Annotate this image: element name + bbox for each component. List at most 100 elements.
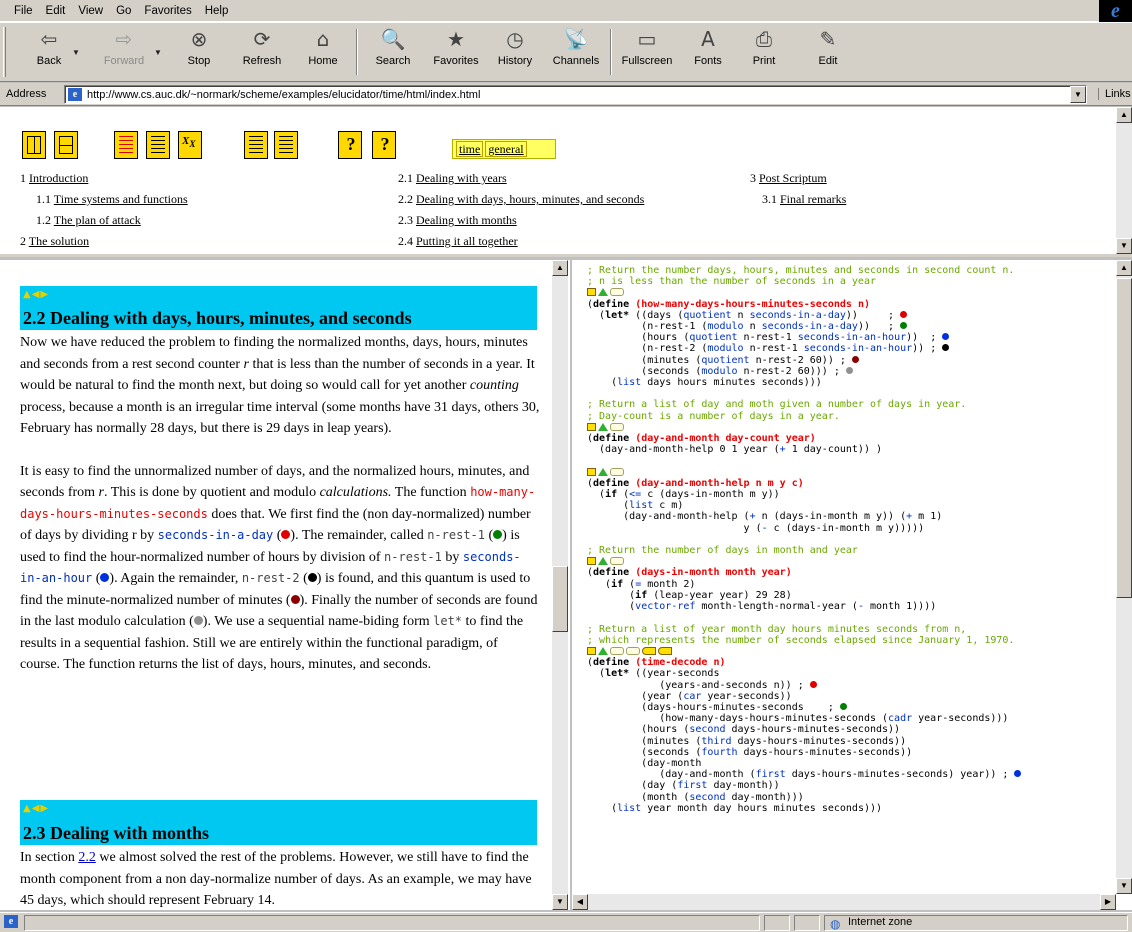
menu-favorites[interactable]: Favorites — [144, 5, 191, 17]
toc-link[interactable]: Final remarks — [780, 192, 846, 206]
back-button[interactable]: ⇦ Back — [26, 24, 72, 79]
scroll-right-icon[interactable]: ▶ — [1100, 894, 1116, 910]
split-horizontal-icon[interactable] — [54, 131, 78, 159]
toc-entry: 3.1 Final remarks — [762, 192, 847, 206]
help-icon[interactable]: ? — [372, 131, 396, 159]
toc-entry: 1 Introduction — [20, 171, 89, 185]
address-input[interactable]: e http://www.cs.auc.dk/~normark/scheme/e… — [64, 85, 1087, 104]
toc-column-1: 1 Introduction 1.1 Time systems and func… — [20, 168, 188, 252]
forward-arrow-icon: ⇨ — [115, 27, 133, 51]
status-cell — [764, 915, 790, 931]
menu-file[interactable]: File — [14, 5, 33, 17]
index-icon[interactable] — [114, 131, 138, 159]
toc-link[interactable]: The plan of attack — [54, 213, 141, 227]
search-icon: 🔍 — [380, 27, 406, 51]
darkred-dot-icon[interactable] — [290, 594, 300, 604]
edit-icon: ✎ — [819, 27, 837, 51]
toc-link[interactable]: The solution — [29, 234, 89, 248]
link-general[interactable]: general — [485, 141, 527, 157]
section-title: 2.2 Dealing with days, hours, minutes, a… — [23, 308, 412, 328]
cross-reference-icon[interactable]: XX — [178, 131, 202, 159]
ie-logo-icon: e — [1099, 0, 1132, 22]
paragraph: Now we have reduced the problem to findi… — [20, 335, 540, 436]
toc-link[interactable]: Dealing with days, hours, minutes, and s… — [416, 192, 644, 206]
refresh-icon: ⟳ — [253, 27, 271, 51]
scroll-up-icon[interactable]: ▲ — [1116, 107, 1132, 123]
address-url[interactable]: http://www.cs.auc.dk/~normark/scheme/exa… — [87, 89, 480, 101]
stop-button[interactable]: ⊗ Stop — [176, 24, 222, 79]
home-button[interactable]: ⌂ Home — [300, 24, 346, 79]
scroll-left-icon[interactable]: ◀ — [572, 894, 588, 910]
gray-dot-icon[interactable] — [193, 616, 203, 625]
program-source: ; Return the number days, hours, minutes… — [587, 265, 1022, 814]
toc-scrollbar[interactable]: ▲ ▼ — [1116, 107, 1132, 254]
detail-icon[interactable] — [274, 131, 298, 159]
toolbar-separator — [610, 29, 612, 75]
black-dot-icon[interactable] — [307, 573, 317, 582]
scroll-up-icon[interactable]: ▲ — [1116, 260, 1132, 276]
address-label: Address — [6, 88, 47, 100]
section-body: In section 2.2 we almost solved the rest… — [20, 847, 540, 910]
split-vertical-icon[interactable] — [22, 131, 46, 159]
fullscreen-button[interactable]: ▭ Fullscreen — [616, 24, 678, 79]
links-button[interactable]: Links — [1098, 88, 1131, 100]
toc-link[interactable]: Time systems and functions — [54, 192, 188, 206]
menu-help[interactable]: Help — [205, 5, 229, 17]
refresh-button[interactable]: ⟳ Refresh — [236, 24, 288, 79]
section-link[interactable]: 2.2 — [78, 850, 96, 865]
section-nav-icons[interactable]: ▲◀▶ — [23, 289, 49, 300]
toc-link[interactable]: Introduction — [29, 171, 88, 185]
link-time[interactable]: time — [456, 141, 484, 157]
documentation-frame: ▲◀▶ 2.2 Dealing with days, hours, minute… — [0, 260, 570, 910]
help-icon[interactable]: ? — [338, 131, 362, 159]
channels-icon: 📡 — [563, 27, 589, 51]
scroll-up-icon[interactable]: ▲ — [552, 260, 568, 276]
paragraph: In section 2.2 we almost solved the rest… — [20, 850, 532, 908]
channels-button[interactable]: 📡 Channels — [548, 24, 604, 79]
page-icon: e — [68, 88, 82, 101]
program-hscrollbar[interactable]: ◀ ▶ — [572, 894, 1116, 910]
toc-entry: 2.1 Dealing with years — [398, 171, 507, 185]
scroll-thumb[interactable] — [1116, 278, 1132, 598]
toc-entry: 3 Post Scriptum — [750, 171, 827, 185]
search-button[interactable]: 🔍 Search — [368, 24, 418, 79]
fonts-button[interactable]: A Fonts — [686, 24, 730, 79]
toc-entry: 1.1 Time systems and functions — [36, 192, 188, 206]
toc-link[interactable]: Dealing with months — [416, 213, 517, 227]
print-button[interactable]: ⎙ Print — [742, 24, 786, 79]
toc-column-2: 2.1 Dealing with years 2.2 Dealing with … — [398, 168, 644, 252]
identifier-link[interactable]: seconds-in-a-day — [158, 528, 274, 542]
toolbar-grip[interactable] — [3, 27, 6, 77]
address-dropdown-icon[interactable]: ▼ — [1070, 86, 1086, 103]
menu-edit[interactable]: Edit — [46, 5, 66, 17]
toc-link[interactable]: Putting it all together — [416, 234, 518, 248]
status-bar: e ◍ Internet zone — [0, 912, 1132, 932]
toc-link[interactable]: Dealing with years — [416, 171, 507, 185]
back-arrow-icon: ⇦ — [40, 27, 58, 51]
scroll-down-icon[interactable]: ▼ — [552, 894, 568, 910]
paragraph: It is easy to find the unnormalized numb… — [20, 463, 538, 673]
scroll-thumb[interactable] — [552, 566, 568, 632]
toc-entry: 1.2 The plan of attack — [36, 213, 141, 227]
page-status-icon: e — [4, 915, 18, 928]
green-dot-icon[interactable] — [493, 530, 503, 539]
forward-dropdown-icon[interactable]: ▼ — [154, 48, 162, 57]
menu-view[interactable]: View — [78, 5, 103, 17]
favorites-icon: ★ — [447, 27, 465, 51]
overview-icon[interactable] — [244, 131, 268, 159]
print-icon: ⎙ — [756, 27, 772, 51]
toolbar-separator — [356, 29, 358, 75]
program-scrollbar[interactable]: ▲ ▼ — [1116, 260, 1132, 894]
scroll-down-icon[interactable]: ▼ — [1116, 878, 1132, 894]
section-nav-icons[interactable]: ▲◀▶ — [23, 803, 49, 814]
forward-button[interactable]: ⇨ Forward — [98, 24, 150, 79]
toc-link[interactable]: Post Scriptum — [759, 171, 827, 185]
documentation-scrollbar[interactable]: ▲ ▼ — [552, 260, 568, 910]
scroll-down-icon[interactable]: ▼ — [1116, 238, 1132, 254]
history-button[interactable]: ◷ History — [492, 24, 538, 79]
toc-list-icon[interactable] — [146, 131, 170, 159]
edit-button[interactable]: ✎ Edit — [806, 24, 850, 79]
menu-go[interactable]: Go — [116, 5, 131, 17]
favorites-button[interactable]: ★ Favorites — [428, 24, 484, 79]
back-dropdown-icon[interactable]: ▼ — [72, 48, 80, 57]
